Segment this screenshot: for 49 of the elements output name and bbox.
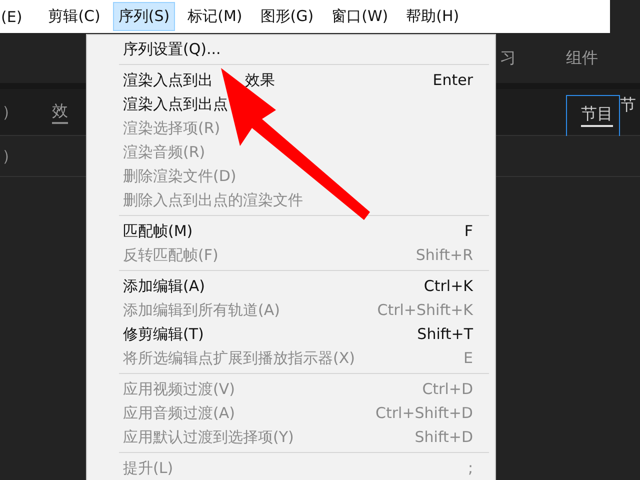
menu-item-label: 添加编辑到所有轨道(A): [123, 300, 280, 320]
menu-item-label: 匹配帧(M): [123, 222, 193, 240]
menu-item-label: 序列设置(Q)...: [123, 40, 221, 58]
menu-item[interactable]: 渲染入点到出点: [87, 92, 495, 116]
shortcut-text: Shift+R: [416, 246, 473, 264]
menu-bar-item[interactable]: 剪辑(C): [43, 2, 106, 31]
shortcut-text: Enter: [432, 71, 473, 89]
panel-text: ）: [2, 102, 18, 122]
menu-item[interactable]: 修剪编辑(T) Shift+T: [87, 322, 495, 346]
menu-item-label: 渲染入点到出: [123, 70, 213, 90]
shortcut-text: Ctrl+D: [422, 380, 473, 398]
menu-item-label: 应用默认过渡到选择项(Y): [123, 428, 294, 446]
shortcut-text: Ctrl+Shift+K: [377, 301, 473, 319]
shortcut-text: Shift+D: [414, 428, 473, 446]
menu-item-label: 应用视频过渡(V): [123, 380, 235, 398]
shortcut-text: E: [464, 349, 473, 367]
shortcut-text: Shift+T: [417, 325, 473, 343]
menu-item-label: 将所选编辑点扩展到播放指示器(X): [123, 348, 355, 368]
shortcut-text: F: [464, 222, 473, 240]
panel-tab[interactable]: 节目: [581, 104, 613, 127]
menu-item-label: 修剪编辑(T): [123, 324, 204, 344]
menu-item[interactable]: 渲染入点到出 效果 Enter: [87, 68, 495, 92]
menu-bar-item[interactable]: 标记(M): [182, 2, 248, 31]
menu-bar-item[interactable]: 序列(S): [113, 2, 175, 31]
menu-item-label: 提升(L): [123, 458, 174, 478]
menu-item-label: 渲染音频(R): [123, 142, 206, 162]
panel-tab[interactable]: 效: [52, 100, 68, 124]
panel-text: ）: [2, 146, 18, 166]
menu-item[interactable]: 匹配帧(M) F: [87, 219, 495, 243]
shortcut-text: ;: [468, 459, 473, 477]
menu-bar-item[interactable]: 窗口(W): [326, 2, 394, 31]
menu-item-label: 删除渲染文件(D): [123, 166, 236, 186]
panel-tab[interactable]: 组件: [566, 48, 598, 68]
menu-bar-item[interactable]: 帮助(H): [401, 2, 464, 31]
menu-item-label: 渲染入点到出点: [123, 94, 228, 114]
menu-item-label: 渲染选择项(R): [123, 118, 220, 138]
menu-item[interactable]: 序列设置(Q)...: [87, 37, 495, 61]
panel-tab[interactable]: 习: [500, 48, 516, 68]
shortcut-text: Ctrl+Shift+D: [376, 404, 473, 422]
menu-item-label: 反转匹配帧(F): [123, 246, 218, 264]
menu-item[interactable]: 添加编辑(A) Ctrl+K: [87, 274, 495, 298]
menu-item-label: 效果: [245, 70, 275, 90]
menu-item-label: 删除入点到出点的渲染文件: [123, 190, 303, 210]
shortcut-text: Ctrl+K: [424, 277, 473, 295]
panel-tab[interactable]: 节: [620, 94, 640, 116]
menu-item-label: 应用音频过渡(A): [123, 404, 235, 422]
menu-bar-item[interactable]: (E): [0, 2, 28, 30]
menu-bar-item[interactable]: 图形(G): [255, 2, 319, 31]
menu-item-label: 添加编辑(A): [123, 276, 205, 296]
